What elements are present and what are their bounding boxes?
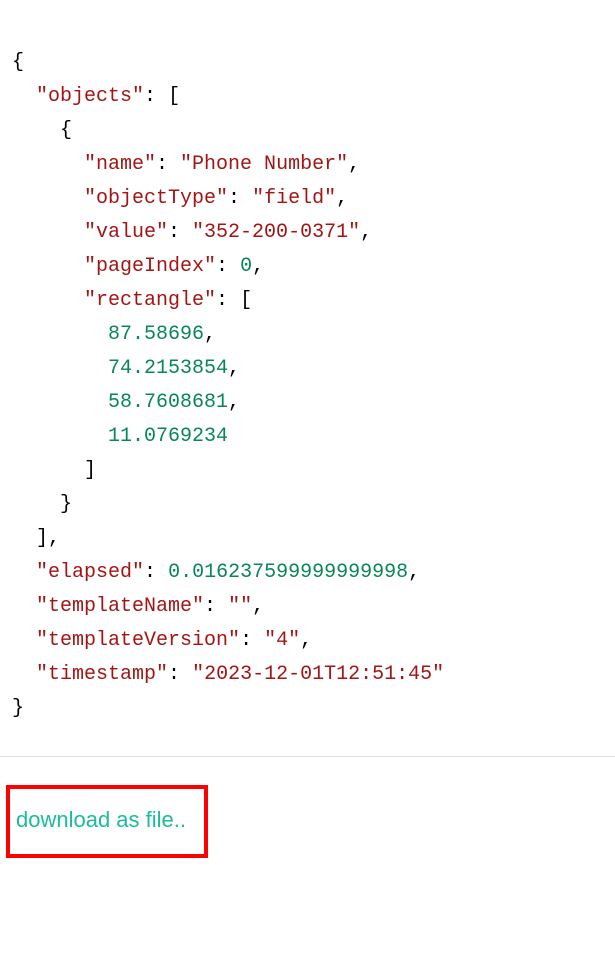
colon: : (228, 187, 252, 210)
comma: , (360, 221, 372, 244)
divider (0, 756, 615, 757)
colon: : (168, 221, 192, 244)
value-rect2: 58.7608681 (108, 391, 228, 414)
brace-close: } (12, 697, 24, 720)
brace-open: { (12, 51, 24, 74)
json-output: { "objects": [ { "name": "Phone Number",… (12, 12, 603, 726)
comma: , (204, 323, 216, 346)
download-highlight-box: download as file.. (6, 785, 208, 858)
download-as-file-link[interactable]: download as file.. (16, 807, 186, 832)
brace-close: } (60, 493, 72, 516)
bracket-close: ] (36, 527, 48, 550)
comma: , (300, 629, 312, 652)
comma: , (228, 357, 240, 380)
value-name: "Phone Number" (180, 153, 348, 176)
key-elapsed: "elapsed" (36, 561, 144, 584)
bracket-open: [ (168, 85, 180, 108)
key-timestamp: "timestamp" (36, 663, 168, 686)
brace-open: { (60, 119, 72, 142)
comma: , (348, 153, 360, 176)
comma: , (48, 527, 60, 550)
comma: , (252, 255, 264, 278)
value-objecttype: "field" (252, 187, 336, 210)
colon: : (168, 663, 192, 686)
value-rect1: 74.2153854 (108, 357, 228, 380)
key-objecttype: "objectType" (84, 187, 228, 210)
value-timestamp: "2023-12-01T12:51:45" (192, 663, 444, 686)
comma: , (336, 187, 348, 210)
key-pageindex: "pageIndex" (84, 255, 216, 278)
value-templateversion: "4" (264, 629, 300, 652)
colon: : (144, 561, 168, 584)
key-name: "name" (84, 153, 156, 176)
value-pageindex: 0 (240, 255, 252, 278)
value-rect3: 11.0769234 (108, 425, 228, 448)
key-objects: "objects" (36, 85, 144, 108)
comma: , (252, 595, 264, 618)
comma: , (228, 391, 240, 414)
colon: : (144, 85, 168, 108)
key-value: "value" (84, 221, 168, 244)
value-templatename: "" (228, 595, 252, 618)
colon: : (216, 255, 240, 278)
value-value: "352-200-0371" (192, 221, 360, 244)
value-elapsed: 0.016237599999999998 (168, 561, 408, 584)
colon: : (216, 289, 240, 312)
key-rectangle: "rectangle" (84, 289, 216, 312)
bracket-open: [ (240, 289, 252, 312)
colon: : (204, 595, 228, 618)
value-rect0: 87.58696 (108, 323, 204, 346)
colon: : (240, 629, 264, 652)
key-templateversion: "templateVersion" (36, 629, 240, 652)
colon: : (156, 153, 180, 176)
key-templatename: "templateName" (36, 595, 204, 618)
comma: , (408, 561, 420, 584)
bracket-close: ] (84, 459, 96, 482)
